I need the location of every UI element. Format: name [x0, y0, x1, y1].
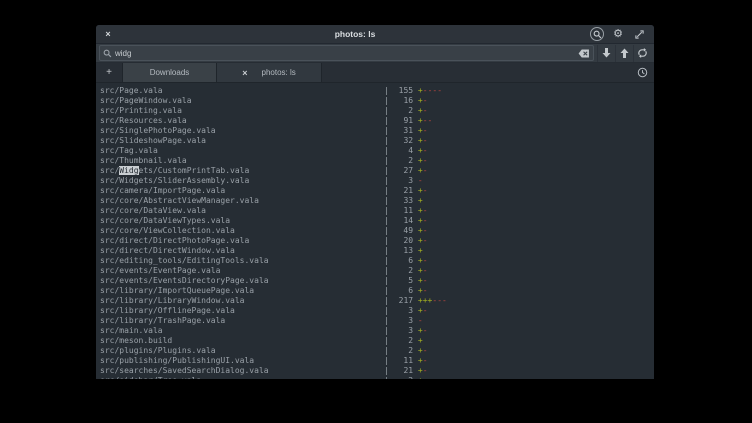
- diff-stat-row: src/direct/DirectPhotoPage.vala | 20 +-: [100, 236, 654, 246]
- tab-label: Downloads: [150, 68, 190, 77]
- window-close-button[interactable]: ×: [96, 25, 120, 44]
- tab-close-icon[interactable]: ×: [242, 68, 247, 78]
- new-tab-button[interactable]: +: [96, 63, 123, 82]
- diff-stat-row: src/meson.build | 2 +: [100, 336, 654, 346]
- diff-stat-row: src/events/EventPage.vala | 2 +-: [100, 266, 654, 276]
- wrap-search-button[interactable]: [633, 45, 651, 62]
- diff-stat-row: src/Widgets/SliderAssembly.vala | 3 -: [100, 176, 654, 186]
- diff-minus-mark: -: [423, 166, 428, 175]
- titlebar: × photos: ls ⚙: [96, 25, 654, 44]
- history-button[interactable]: [630, 63, 654, 82]
- backspace-icon: [578, 49, 590, 58]
- diff-minus-mark: -: [423, 256, 428, 265]
- diff-minus-mark: -: [423, 366, 428, 375]
- titlebar-actions: ⚙: [590, 27, 654, 41]
- fullscreen-button[interactable]: [632, 27, 646, 41]
- terminal-window: × photos: ls ⚙: [96, 25, 654, 379]
- search-toggle-button[interactable]: [590, 27, 604, 41]
- tab-bar: + Downloads × photos: ls: [96, 63, 654, 83]
- diff-minus-mark: -: [423, 126, 428, 135]
- diff-minus-mark: -: [423, 346, 428, 355]
- diff-stat-row: src/camera/ImportPage.vala | 21 +-: [100, 186, 654, 196]
- diff-stat-row: src/editing_tools/EditingTools.vala | 6 …: [100, 256, 654, 266]
- diff-minus-mark: -: [418, 176, 423, 185]
- find-previous-button[interactable]: [615, 45, 633, 62]
- diff-minus-mark: -: [423, 266, 428, 275]
- gear-icon: ⚙: [613, 27, 623, 41]
- search-icon: [593, 30, 602, 39]
- diff-stat-row: src/Tag.vala | 4 +-: [100, 146, 654, 156]
- diff-stat-row: src/events/EventsDirectoryPage.vala | 5 …: [100, 276, 654, 286]
- tabbar-spacer: [322, 63, 630, 82]
- diff-minus-mark: -: [423, 236, 428, 245]
- window-title: photos: ls: [120, 29, 590, 39]
- search-entry-icon: [103, 49, 112, 58]
- tabs-container: Downloads × photos: ls: [123, 63, 322, 82]
- diff-stat-row: src/direct/DirectWindow.vala | 13 +: [100, 246, 654, 256]
- diff-stat-row: src/Widgets/CustomPrintTab.vala | 27 +-: [100, 166, 654, 176]
- diff-stat-row: src/library/LibraryWindow.vala | 217 +++…: [100, 296, 654, 306]
- desktop: { "window": { "title": "photos: ls" }, "…: [0, 0, 752, 423]
- search-query-text: widg: [112, 49, 578, 58]
- diff-stat-row: src/searches/SavedSearchDialog.vala | 21…: [100, 366, 654, 376]
- search-input[interactable]: widg: [99, 45, 594, 61]
- diff-stat-row: src/library/TrashPage.vala | 3 -: [100, 316, 654, 326]
- settings-button[interactable]: ⚙: [611, 27, 625, 41]
- diff-stat-row: src/PageWindow.vala | 16 +-: [100, 96, 654, 106]
- cycle-arrows-icon: [637, 48, 648, 58]
- find-next-button[interactable]: [597, 45, 615, 62]
- diff-stat-row: src/core/ViewCollection.vala | 49 +-: [100, 226, 654, 236]
- terminal-output[interactable]: src/Page.vala | 155 +----src/PageWindow.…: [96, 83, 654, 379]
- diff-minus-mark: -: [423, 216, 428, 225]
- diff-minus-mark: -: [423, 136, 428, 145]
- diff-minus-mark: -: [423, 96, 428, 105]
- diff-plus-mark: +: [418, 196, 423, 205]
- diff-plus-mark: +: [418, 246, 423, 255]
- diff-minus-mark: -: [423, 356, 428, 365]
- diff-minus-mark: -: [423, 226, 428, 235]
- diff-stat-row: src/publishing/PublishingUI.vala | 11 +-: [100, 356, 654, 366]
- diff-minus-mark: -: [437, 86, 442, 95]
- diff-stat-row: src/Thumbnail.vala | 2 +-: [100, 156, 654, 166]
- arrow-down-icon: [602, 48, 611, 58]
- diff-stat-row: src/core/AbstractViewManager.vala | 33 +: [100, 196, 654, 206]
- diff-stat-row: src/sidebar/Tree.vala | 2 +: [100, 376, 654, 379]
- diff-minus-mark: -: [423, 156, 428, 165]
- diff-stat-row: src/SinglePhotoPage.vala | 31 +-: [100, 126, 654, 136]
- diff-stat-row: src/plugins/Plugins.vala | 2 +-: [100, 346, 654, 356]
- diff-stat-row: src/core/DataView.vala | 11 +-: [100, 206, 654, 216]
- diff-stat-row: src/Printing.vala | 2 +-: [100, 106, 654, 116]
- clock-history-icon: [637, 67, 648, 78]
- diff-minus-mark: -: [428, 116, 433, 125]
- arrow-up-icon: [620, 48, 629, 58]
- diff-plus-mark: +: [418, 376, 423, 379]
- diff-minus-mark: -: [423, 206, 428, 215]
- diff-stat-row: src/library/ImportQueuePage.vala | 6 +-: [100, 286, 654, 296]
- tab-label: photos: ls: [262, 68, 296, 77]
- clear-search-button[interactable]: [578, 49, 590, 58]
- diff-minus-mark: -: [423, 186, 428, 195]
- diff-minus-mark: -: [442, 296, 447, 305]
- diff-minus-mark: -: [423, 326, 428, 335]
- diff-stat-row: src/Resources.vala | 91 +--: [100, 116, 654, 126]
- diff-minus-mark: -: [423, 306, 428, 315]
- diff-stat-row: src/main.vala | 3 +-: [100, 326, 654, 336]
- tab-photos-ls[interactable]: × photos: ls: [217, 63, 322, 82]
- diff-stat-row: src/SlideshowPage.vala | 32 +-: [100, 136, 654, 146]
- search-match-highlight: Widg: [119, 166, 138, 175]
- diff-plus-mark: +: [418, 336, 423, 345]
- diff-stat-row: src/Page.vala | 155 +----: [100, 86, 654, 96]
- diff-minus-mark: -: [423, 146, 428, 155]
- diff-minus-mark: -: [418, 316, 423, 325]
- tab-downloads[interactable]: Downloads: [123, 63, 217, 82]
- fullscreen-icon: [635, 30, 644, 39]
- diff-minus-mark: -: [423, 106, 428, 115]
- diff-stat-row: src/core/DataViewTypes.vala | 14 +-: [100, 216, 654, 226]
- search-bar: widg: [96, 44, 654, 63]
- diff-minus-mark: -: [423, 276, 428, 285]
- diff-minus-mark: -: [423, 286, 428, 295]
- diff-stat-row: src/library/OfflinePage.vala | 3 +-: [100, 306, 654, 316]
